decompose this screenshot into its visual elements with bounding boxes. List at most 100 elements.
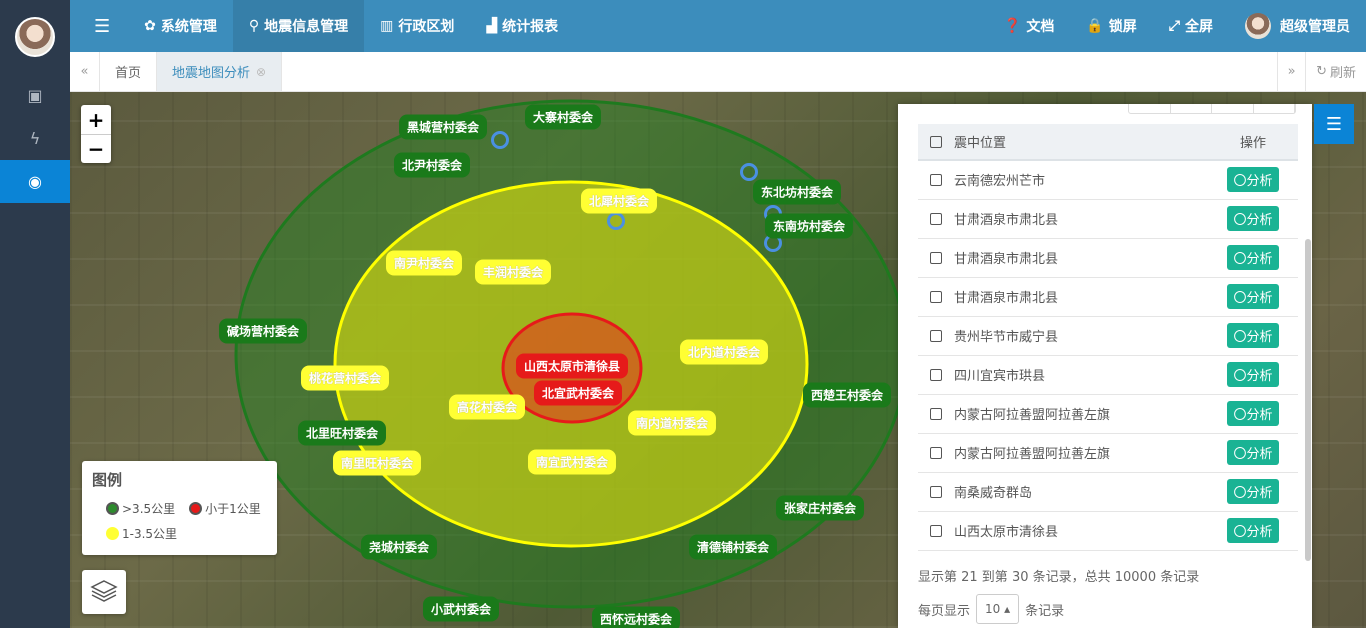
row-checkbox[interactable] xyxy=(930,329,942,342)
map-marker[interactable] xyxy=(607,212,625,230)
sidebar-item-bolt[interactable]: ϟ xyxy=(0,117,70,160)
close-icon[interactable]: ⊗ xyxy=(256,65,266,79)
village-label[interactable]: 清德铺村委会 xyxy=(688,534,778,560)
row-checkbox[interactable] xyxy=(930,446,942,459)
table-row[interactable]: 南桑威奇群岛 〇分析 xyxy=(918,472,1298,512)
village-label[interactable]: 南里旺村委会 xyxy=(332,450,422,476)
menu-system-management[interactable]: ✿ 系统管理 xyxy=(128,0,233,52)
table-row[interactable]: 四川宜宾市珙县 〇分析 xyxy=(918,355,1298,395)
toolbar-button[interactable] xyxy=(1254,104,1295,113)
analyze-button[interactable]: 〇分析 xyxy=(1227,245,1279,270)
table-row[interactable]: 甘肃酒泉市肃北县 〇分析 xyxy=(918,277,1298,317)
epicenter-label[interactable]: 山西太原市清徐县 xyxy=(515,353,629,379)
village-label[interactable]: 碱场营村委会 xyxy=(218,318,308,344)
village-label[interactable]: 北里旺村委会 xyxy=(297,420,387,446)
table-row[interactable]: 内蒙古阿拉善盟阿拉善左旗 〇分析 xyxy=(918,394,1298,434)
menu-statistics[interactable]: ▟ 统计报表 xyxy=(470,0,574,52)
analyze-button[interactable]: 〇分析 xyxy=(1227,479,1279,504)
table-row[interactable]: 贵州毕节市威宁县 〇分析 xyxy=(918,316,1298,356)
row-checkbox[interactable] xyxy=(930,485,942,498)
row-checkbox-cell xyxy=(918,472,954,512)
map-canvas[interactable]: 黑城营村委会 大寨村委会 北尹村委会 北犀村委会 东北坊村委会 东南坊村委会 南… xyxy=(70,92,1366,628)
user-menu[interactable]: 超级管理员 xyxy=(1229,0,1366,52)
row-checkbox[interactable] xyxy=(930,407,942,420)
zoom-in-button[interactable]: + xyxy=(81,105,111,134)
menu-admin-division[interactable]: ▥ 行政区划 xyxy=(364,0,470,52)
analyze-button[interactable]: 〇分析 xyxy=(1227,440,1279,465)
village-label[interactable]: 西怀远村委会 xyxy=(591,606,681,628)
village-label[interactable]: 南尹村委会 xyxy=(385,250,463,276)
question-icon: ❓ xyxy=(1003,18,1022,34)
village-label[interactable]: 丰润村委会 xyxy=(474,259,552,285)
row-checkbox[interactable] xyxy=(930,251,942,264)
village-label[interactable]: 小武村委会 xyxy=(422,596,500,622)
table-row[interactable]: 山西太原市清徐县 〇分析 xyxy=(918,511,1298,551)
analyze-button[interactable]: 〇分析 xyxy=(1227,323,1279,348)
legend-label: >3.5公里 xyxy=(122,502,176,516)
village-label[interactable]: 西楚王村委会 xyxy=(802,382,892,408)
row-action-cell: 〇分析 xyxy=(1208,355,1298,395)
row-location: 山西太原市清徐县 xyxy=(954,511,1208,551)
tab-scroll-right-button[interactable]: » xyxy=(1277,52,1305,91)
map-marker[interactable] xyxy=(740,163,758,181)
village-label[interactable]: 尧城村委会 xyxy=(360,534,438,560)
panel-menu-button[interactable]: ☰ xyxy=(1314,104,1354,144)
table-row[interactable]: 云南德宏州芒市 〇分析 xyxy=(918,160,1298,200)
tab-scroll-left-button[interactable]: « xyxy=(70,52,100,91)
analyze-button[interactable]: 〇分析 xyxy=(1227,401,1279,426)
village-label[interactable]: 北犀村委会 xyxy=(580,188,658,214)
layer-switcher-button[interactable] xyxy=(82,570,126,614)
fullscreen-button[interactable]: ⤢ 全屏 xyxy=(1153,0,1229,52)
column-header-location[interactable]: 震中位置 xyxy=(954,124,1208,161)
select-all-checkbox[interactable] xyxy=(930,135,942,148)
row-checkbox[interactable] xyxy=(930,173,942,186)
village-label[interactable]: 北宜武村委会 xyxy=(533,380,623,406)
village-label[interactable]: 北内道村委会 xyxy=(679,339,769,365)
row-checkbox[interactable] xyxy=(930,290,942,303)
sidebar-item-money[interactable]: ▣ xyxy=(0,74,70,117)
village-label[interactable]: 高花村委会 xyxy=(448,394,526,420)
analyze-button[interactable]: 〇分析 xyxy=(1227,167,1279,193)
hamburger-button[interactable]: ☰ xyxy=(70,0,128,52)
analyze-button[interactable]: 〇分析 xyxy=(1227,206,1279,231)
analyze-button[interactable]: 〇分析 xyxy=(1227,284,1279,309)
panel-scrollbar[interactable] xyxy=(1305,239,1311,561)
tab-earthquake-map[interactable]: 地震地图分析 ⊗ xyxy=(157,52,283,91)
row-checkbox-cell xyxy=(918,511,954,551)
refresh-button[interactable]: ↻ 刷新 xyxy=(1305,52,1366,91)
row-checkbox-cell xyxy=(918,238,954,278)
village-label[interactable]: 南宜武村委会 xyxy=(527,449,617,475)
village-label[interactable]: 南内道村委会 xyxy=(627,410,717,436)
table-row[interactable]: 甘肃酒泉市肃北县 〇分析 xyxy=(918,199,1298,239)
lock-screen-button[interactable]: 🔒 锁屏 xyxy=(1070,0,1152,52)
menu-label: 地震信息管理 xyxy=(264,19,349,35)
row-action-cell: 〇分析 xyxy=(1208,511,1298,551)
avatar[interactable] xyxy=(15,17,55,57)
analyze-button[interactable]: 〇分析 xyxy=(1227,518,1279,543)
village-label[interactable]: 东南坊村委会 xyxy=(764,213,854,239)
zoom-out-button[interactable]: − xyxy=(81,134,111,163)
toolbar-button[interactable] xyxy=(1129,104,1171,113)
village-label[interactable]: 张家庄村委会 xyxy=(775,495,865,521)
village-label[interactable]: 东北坊村委会 xyxy=(752,179,842,205)
analyze-button[interactable]: 〇分析 xyxy=(1227,362,1279,387)
toolbar-button[interactable] xyxy=(1212,104,1254,113)
table-row[interactable]: 内蒙古阿拉善盟阿拉善左旗 〇分析 xyxy=(918,433,1298,473)
page-size-suffix: 条记录 xyxy=(1025,603,1065,619)
page-size-select[interactable]: 10 ▴ xyxy=(976,594,1020,624)
tab-home[interactable]: 首页 xyxy=(100,52,158,91)
village-label[interactable]: 北尹村委会 xyxy=(393,152,471,178)
docs-button[interactable]: ❓ 文档 xyxy=(988,0,1070,52)
bolt-icon: ϟ xyxy=(29,129,41,148)
row-checkbox[interactable] xyxy=(930,524,942,537)
sidebar-item-target[interactable]: ◉ xyxy=(0,160,70,203)
toolbar-button[interactable] xyxy=(1171,104,1212,113)
village-label[interactable]: 桃花营村委会 xyxy=(300,365,390,391)
map-marker[interactable] xyxy=(491,131,509,149)
table-row[interactable]: 甘肃酒泉市肃北县 〇分析 xyxy=(918,238,1298,278)
menu-earthquake-info[interactable]: ⚲ 地震信息管理 xyxy=(232,0,365,52)
row-checkbox[interactable] xyxy=(930,212,942,225)
village-label[interactable]: 大寨村委会 xyxy=(524,104,602,130)
row-checkbox[interactable] xyxy=(930,368,942,381)
village-label[interactable]: 黑城营村委会 xyxy=(398,114,488,140)
